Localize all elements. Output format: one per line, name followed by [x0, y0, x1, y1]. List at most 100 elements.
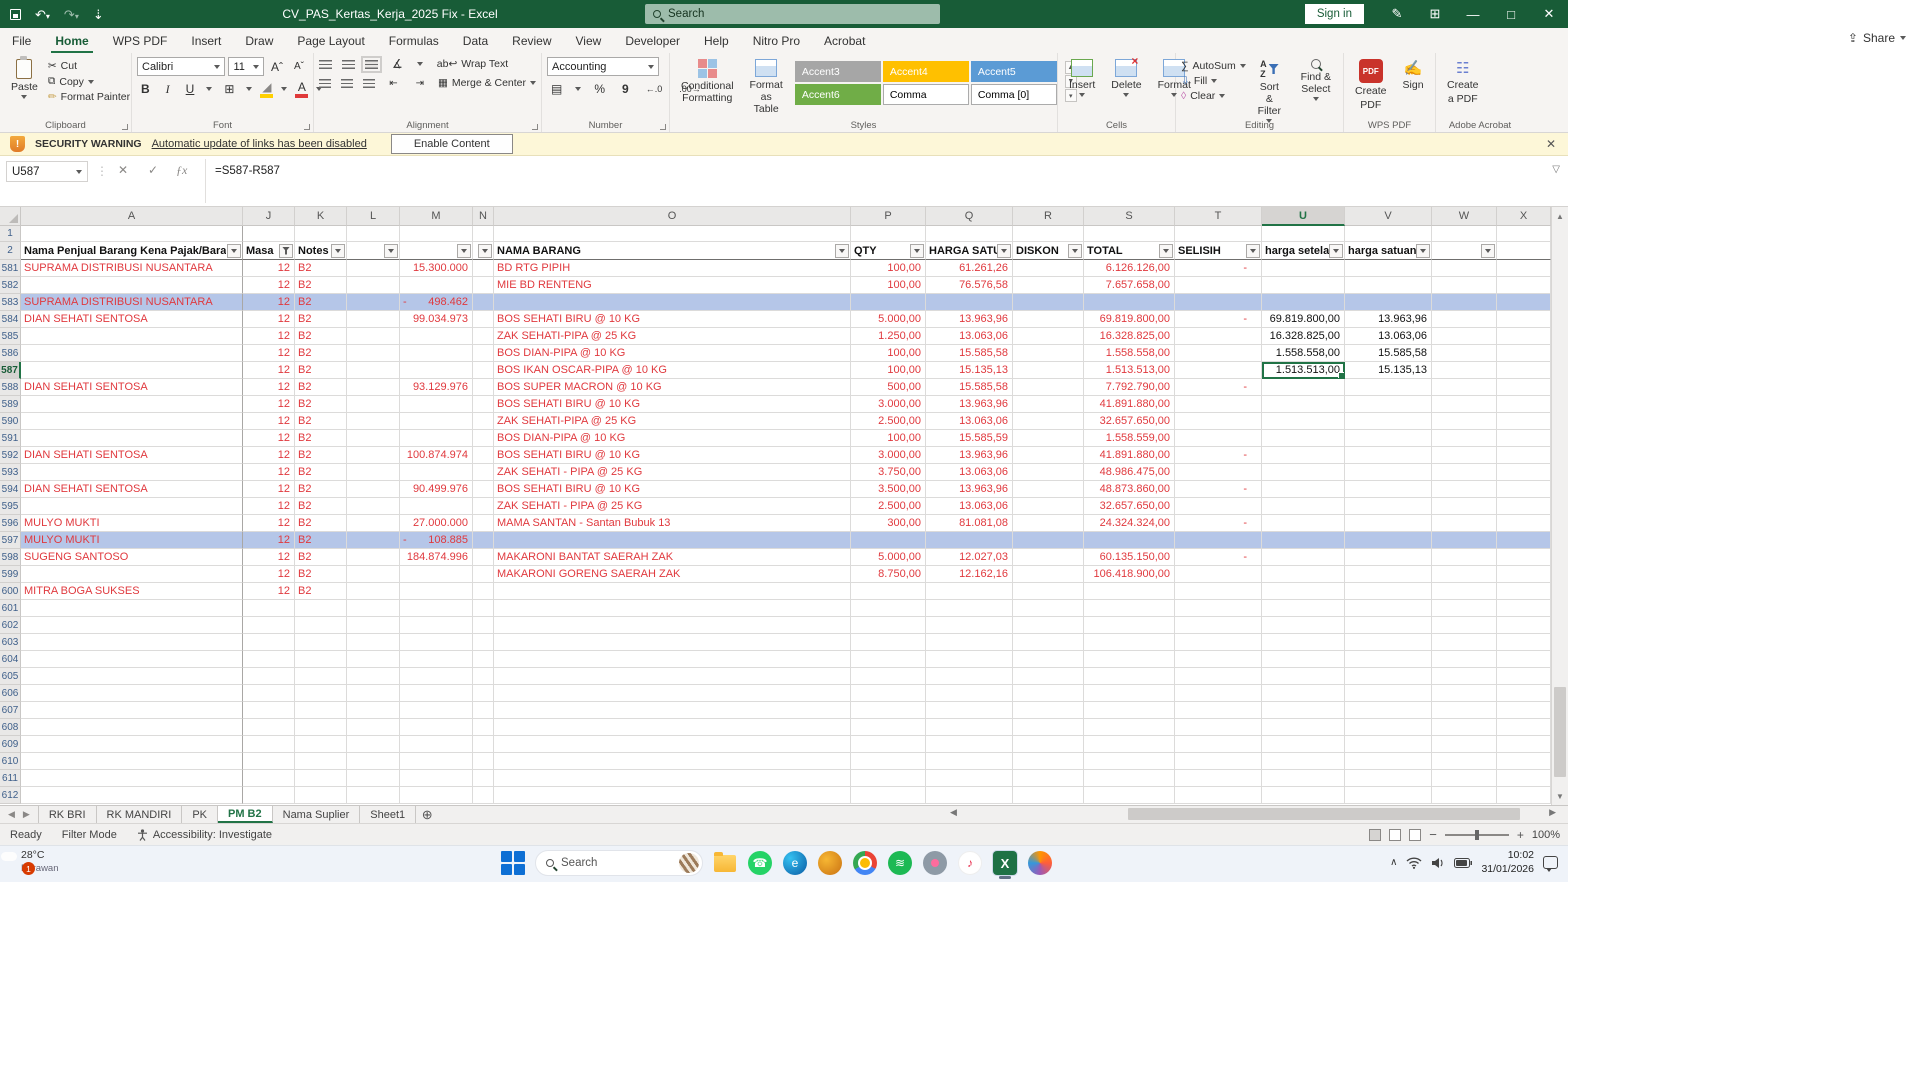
- cell-P597[interactable]: [851, 532, 926, 549]
- cell-L603[interactable]: [347, 634, 400, 651]
- cell-S589[interactable]: 41.891.880,00: [1084, 396, 1175, 413]
- cell-T599[interactable]: [1175, 566, 1262, 583]
- cell-S590[interactable]: 32.657.650,00: [1084, 413, 1175, 430]
- cell-M597[interactable]: -108.885: [400, 532, 473, 549]
- cell-K1[interactable]: [295, 226, 347, 242]
- cell-O582[interactable]: MIE BD RENTENG: [494, 277, 851, 294]
- cell-T590[interactable]: [1175, 413, 1262, 430]
- weather-widget[interactable]: 1 28°CBerawan: [14, 849, 59, 875]
- cell-A612[interactable]: [21, 787, 243, 804]
- cell-N604[interactable]: [473, 651, 494, 668]
- cell-L598[interactable]: [347, 549, 400, 566]
- cell-L611[interactable]: [347, 770, 400, 787]
- sheet-nav-left-icon[interactable]: ◀: [8, 809, 15, 820]
- cell-V584[interactable]: 13.963,96: [1345, 311, 1432, 328]
- cell-L608[interactable]: [347, 719, 400, 736]
- cell-S592[interactable]: 41.891.880,00: [1084, 447, 1175, 464]
- cell-N591[interactable]: [473, 430, 494, 447]
- cell-A594[interactable]: DIAN SEHATI SENTOSA: [21, 481, 243, 498]
- column-header-N[interactable]: N: [473, 207, 494, 226]
- column-header-U[interactable]: U: [1262, 207, 1345, 226]
- cell-W598[interactable]: [1432, 549, 1497, 566]
- cell-Q599[interactable]: 12.162,16: [926, 566, 1013, 583]
- cell-K610[interactable]: [295, 753, 347, 770]
- cell-U603[interactable]: [1262, 634, 1345, 651]
- cell-N588[interactable]: [473, 379, 494, 396]
- cell-Q596[interactable]: 81.081,08: [926, 515, 1013, 532]
- cell-S1[interactable]: [1084, 226, 1175, 242]
- zoom-slider-thumb[interactable]: [1475, 830, 1479, 840]
- cell-V589[interactable]: [1345, 396, 1432, 413]
- scroll-left-icon[interactable]: ◀: [950, 807, 957, 818]
- cell-P610[interactable]: [851, 753, 926, 770]
- cell-O610[interactable]: [494, 753, 851, 770]
- cell-U582[interactable]: [1262, 277, 1345, 294]
- cell-P2[interactable]: QTY: [851, 242, 926, 260]
- cell-T604[interactable]: [1175, 651, 1262, 668]
- cell-K595[interactable]: B2: [295, 498, 347, 515]
- cell-S584[interactable]: 69.819.800,00: [1084, 311, 1175, 328]
- decrease-font-icon[interactable]: Aˇ: [290, 57, 308, 76]
- increase-decimal-icon[interactable]: ←.0: [642, 84, 667, 94]
- cell-J596[interactable]: 12: [243, 515, 295, 532]
- paste-button[interactable]: Paste: [5, 57, 44, 117]
- column-header-J[interactable]: J: [243, 207, 295, 226]
- cell-P612[interactable]: [851, 787, 926, 804]
- filter-button-Q[interactable]: [997, 244, 1011, 258]
- cell-J611[interactable]: [243, 770, 295, 787]
- cell-R602[interactable]: [1013, 617, 1084, 634]
- cell-L607[interactable]: [347, 702, 400, 719]
- cell-J607[interactable]: [243, 702, 295, 719]
- cell-L583[interactable]: [347, 294, 400, 311]
- cell-S603[interactable]: [1084, 634, 1175, 651]
- cell-X605[interactable]: [1497, 668, 1551, 685]
- cell-Q590[interactable]: 13.063,06: [926, 413, 1013, 430]
- cell-V608[interactable]: [1345, 719, 1432, 736]
- cell-X586[interactable]: [1497, 345, 1551, 362]
- share-button[interactable]: ⇪Share: [1848, 31, 1906, 45]
- browser-app-icon[interactable]: [1027, 850, 1053, 876]
- cell-X587[interactable]: [1497, 362, 1551, 379]
- cell-P603[interactable]: [851, 634, 926, 651]
- cell-K609[interactable]: [295, 736, 347, 753]
- cell-L588[interactable]: [347, 379, 400, 396]
- clock[interactable]: 10:0231/01/2026: [1481, 849, 1534, 876]
- cell-A604[interactable]: [21, 651, 243, 668]
- cell-V602[interactable]: [1345, 617, 1432, 634]
- cell-O604[interactable]: [494, 651, 851, 668]
- cell-O590[interactable]: ZAK SEHATI-PIPA @ 25 KG: [494, 413, 851, 430]
- cell-V601[interactable]: [1345, 600, 1432, 617]
- cell-T582[interactable]: [1175, 277, 1262, 294]
- cell-W1[interactable]: [1432, 226, 1497, 242]
- cell-V593[interactable]: [1345, 464, 1432, 481]
- italic-button[interactable]: I: [162, 82, 174, 97]
- cell-A605[interactable]: [21, 668, 243, 685]
- cell-L597[interactable]: [347, 532, 400, 549]
- cell-P602[interactable]: [851, 617, 926, 634]
- cell-S585[interactable]: 16.328.825,00: [1084, 328, 1175, 345]
- tab-insert[interactable]: Insert: [179, 28, 233, 53]
- row-header-594[interactable]: 594: [0, 481, 21, 498]
- cell-W585[interactable]: [1432, 328, 1497, 345]
- cell-O612[interactable]: [494, 787, 851, 804]
- cell-R596[interactable]: [1013, 515, 1084, 532]
- cell-X588[interactable]: [1497, 379, 1551, 396]
- cell-X592[interactable]: [1497, 447, 1551, 464]
- cell-J589[interactable]: 12: [243, 396, 295, 413]
- cut-button[interactable]: ✂Cut: [48, 60, 130, 72]
- cell-N602[interactable]: [473, 617, 494, 634]
- cell-K590[interactable]: B2: [295, 413, 347, 430]
- whatsapp-icon[interactable]: ☎: [747, 850, 773, 876]
- column-header-S[interactable]: S: [1084, 207, 1175, 226]
- cell-T600[interactable]: [1175, 583, 1262, 600]
- cell-R598[interactable]: [1013, 549, 1084, 566]
- top-align-icon[interactable]: [319, 60, 332, 69]
- tab-wps-pdf[interactable]: WPS PDF: [101, 28, 180, 53]
- style-comma[interactable]: Comma: [883, 84, 969, 105]
- delete-cells-button[interactable]: Delete: [1105, 57, 1147, 117]
- wifi-icon[interactable]: [1406, 857, 1422, 869]
- cell-X603[interactable]: [1497, 634, 1551, 651]
- cell-A599[interactable]: [21, 566, 243, 583]
- cell-O594[interactable]: BOS SEHATI BIRU @ 10 KG: [494, 481, 851, 498]
- tab-file[interactable]: File: [0, 28, 43, 53]
